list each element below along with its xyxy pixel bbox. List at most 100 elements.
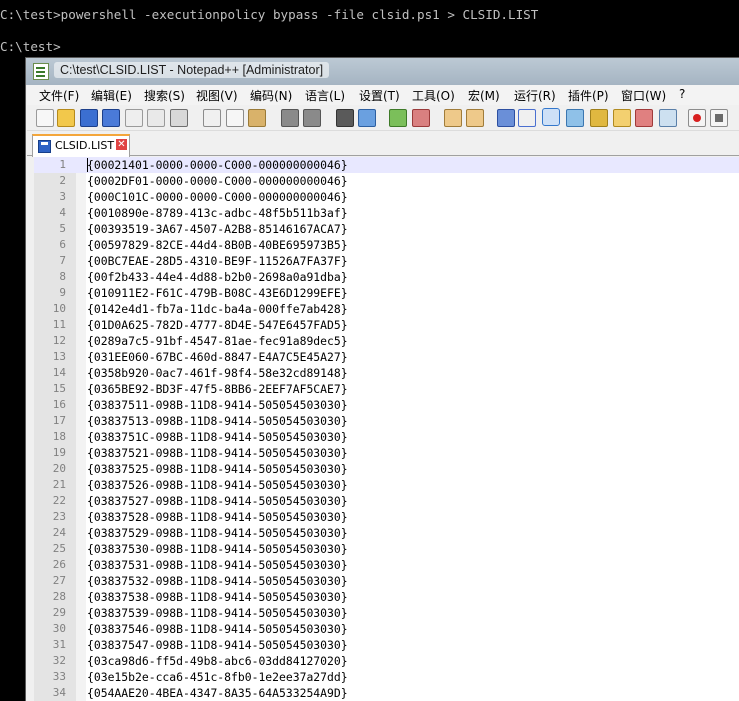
editor-line[interactable]: 34 {054AAE20-4BEA-4347-8A35-64A533254A9D} bbox=[34, 685, 739, 701]
copy-icon[interactable] bbox=[226, 109, 244, 127]
editor-line[interactable]: 8 {00f2b433-44e4-4d88-b2b0-2698a0a91dba} bbox=[34, 269, 739, 285]
line-text[interactable]: {0365BE92-BD3F-47f5-8BB6-2EEF7AF5CAE7} bbox=[87, 382, 348, 396]
indent-guide-icon[interactable] bbox=[542, 108, 560, 126]
function-list-icon[interactable] bbox=[590, 109, 608, 127]
editor-line[interactable]: 32 {03ca98d6-ff5d-49b8-abc6-03dd84127020} bbox=[34, 653, 739, 669]
view-icon[interactable] bbox=[659, 109, 677, 127]
editor-line[interactable]: 15 {0365BE92-BD3F-47f5-8BB6-2EEF7AF5CAE7} bbox=[34, 381, 739, 397]
line-text[interactable]: {0358b920-0ac7-461f-98f4-58e32cd89148} bbox=[87, 366, 348, 380]
redo-icon[interactable] bbox=[303, 109, 321, 127]
new-icon[interactable] bbox=[36, 109, 54, 127]
line-text[interactable]: {03837521-098B-11D8-9414-505054503030} bbox=[87, 446, 348, 460]
line-text[interactable]: {0142e4d1-fb7a-11dc-ba4a-000ffe7ab428} bbox=[87, 302, 348, 316]
replace-icon[interactable] bbox=[358, 109, 376, 127]
editor-line[interactable]: 9 {010911E2-F61C-479B-B08C-43E6D1299EFE} bbox=[34, 285, 739, 301]
editor-line[interactable]: 4 {0010890e-8789-413c-adbc-48f5b511b3af} bbox=[34, 205, 739, 221]
menu-macro[interactable]: 宏(M) bbox=[468, 87, 500, 104]
line-text[interactable]: {0002DF01-0000-0000-C000-000000000046} bbox=[87, 174, 348, 188]
editor-line[interactable]: 5 {00393519-3A67-4507-A2B8-85146167ACA7} bbox=[34, 221, 739, 237]
line-text[interactable]: {00f2b433-44e4-4d88-b2b0-2698a0a91dba} bbox=[87, 270, 348, 284]
editor-line[interactable]: 14 {0358b920-0ac7-461f-98f4-58e32cd89148} bbox=[34, 365, 739, 381]
editor-line[interactable]: 23 {03837528-098B-11D8-9414-505054503030} bbox=[34, 509, 739, 525]
editor-line[interactable]: 19 {03837521-098B-11D8-9414-505054503030} bbox=[34, 445, 739, 461]
editor-line[interactable]: 30 {03837546-098B-11D8-9414-505054503030} bbox=[34, 621, 739, 637]
menu-edit[interactable]: 编辑(E) bbox=[91, 87, 132, 104]
menu-encoding[interactable]: 编码(N) bbox=[250, 87, 292, 104]
line-text[interactable]: {00597829-82CE-44d4-8B0B-40BE695973B5} bbox=[87, 238, 348, 252]
line-text[interactable]: {010911E2-F61C-479B-B08C-43E6D1299EFE} bbox=[87, 286, 348, 300]
editor-line[interactable]: 3 {000C101C-0000-0000-C000-000000000046} bbox=[34, 189, 739, 205]
editor-line[interactable]: 6 {00597829-82CE-44d4-8B0B-40BE695973B5} bbox=[34, 237, 739, 253]
editor-line[interactable]: 28 {03837538-098B-11D8-9414-505054503030} bbox=[34, 589, 739, 605]
close-all-icon[interactable] bbox=[147, 109, 165, 127]
editor-line[interactable]: 16 {03837511-098B-11D8-9414-505054503030} bbox=[34, 397, 739, 413]
notepad-app-icon[interactable] bbox=[33, 63, 49, 80]
editor-area[interactable]: 1 {00021401-0000-0000-C000-000000000046} 2… bbox=[34, 157, 739, 701]
editor-line[interactable]: 27 {03837532-098B-11D8-9414-505054503030} bbox=[34, 573, 739, 589]
line-text[interactable]: {0383751C-098B-11D8-9414-505054503030} bbox=[87, 430, 348, 444]
line-text[interactable]: {03ca98d6-ff5d-49b8-abc6-03dd84127020} bbox=[87, 654, 348, 668]
editor-line[interactable]: 18 {0383751C-098B-11D8-9414-505054503030} bbox=[34, 429, 739, 445]
menu-search[interactable]: 搜索(S) bbox=[144, 87, 185, 104]
undo-icon[interactable] bbox=[281, 109, 299, 127]
menu-window[interactable]: 窗口(W) bbox=[621, 87, 666, 104]
menu-tools[interactable]: 工具(O) bbox=[412, 87, 455, 104]
editor-line[interactable]: 25 {03837530-098B-11D8-9414-505054503030} bbox=[34, 541, 739, 557]
menu-language[interactable]: 语言(L) bbox=[305, 87, 345, 104]
editor-line[interactable]: 33 {03e15b2e-cca6-451c-8fb0-1e2ee37a27dd} bbox=[34, 669, 739, 685]
menu-settings[interactable]: 设置(T) bbox=[359, 87, 400, 104]
zoom-out-icon[interactable] bbox=[412, 109, 430, 127]
editor-line[interactable]: 7 {00BC7EAE-28D5-4310-BE9F-11526A7FA37F} bbox=[34, 253, 739, 269]
line-text[interactable]: {03e15b2e-cca6-451c-8fb0-1e2ee37a27dd} bbox=[87, 670, 348, 684]
menu-plugins[interactable]: 插件(P) bbox=[568, 87, 609, 104]
line-text[interactable]: {03837530-098B-11D8-9414-505054503030} bbox=[87, 542, 348, 556]
open-icon[interactable] bbox=[57, 109, 75, 127]
cut-icon[interactable] bbox=[203, 109, 221, 127]
tab-close-icon[interactable]: ✕ bbox=[116, 139, 127, 150]
line-text[interactable]: {000C101C-0000-0000-C000-000000000046} bbox=[87, 190, 348, 204]
line-text[interactable]: {00BC7EAE-28D5-4310-BE9F-11526A7FA37F} bbox=[87, 254, 348, 268]
editor-line[interactable]: 20 {03837525-098B-11D8-9414-505054503030} bbox=[34, 461, 739, 477]
menu-file[interactable]: 文件(F) bbox=[39, 87, 79, 104]
editor-line[interactable]: 17 {03837513-098B-11D8-9414-505054503030} bbox=[34, 413, 739, 429]
close-icon[interactable] bbox=[125, 109, 143, 127]
line-text[interactable]: {03837526-098B-11D8-9414-505054503030} bbox=[87, 478, 348, 492]
line-text[interactable]: {03837529-098B-11D8-9414-505054503030} bbox=[87, 526, 348, 540]
find-icon[interactable] bbox=[336, 109, 354, 127]
line-text[interactable]: {03837528-098B-11D8-9414-505054503030} bbox=[87, 510, 348, 524]
editor-line[interactable]: 22 {03837527-098B-11D8-9414-505054503030} bbox=[34, 493, 739, 509]
folder-workspace-icon[interactable] bbox=[613, 109, 631, 127]
editor-line[interactable]: 26 {03837531-098B-11D8-9414-505054503030} bbox=[34, 557, 739, 573]
tab-clsid-list[interactable]: CLSID.LIST ✕ bbox=[32, 134, 130, 157]
editor-line[interactable]: 31 {03837547-098B-11D8-9414-505054503030} bbox=[34, 637, 739, 653]
line-text[interactable]: {031EE060-67BC-460d-8847-E4A7C5E45A27} bbox=[87, 350, 348, 364]
editor-line[interactable]: 29 {03837539-098B-11D8-9414-505054503030} bbox=[34, 605, 739, 621]
editor-line[interactable]: 10 {0142e4d1-fb7a-11dc-ba4a-000ffe7ab428} bbox=[34, 301, 739, 317]
line-text[interactable]: {03837546-098B-11D8-9414-505054503030} bbox=[87, 622, 348, 636]
line-text[interactable]: {03837511-098B-11D8-9414-505054503030} bbox=[87, 398, 348, 412]
menu-run[interactable]: 运行(R) bbox=[514, 87, 556, 104]
word-wrap-icon[interactable] bbox=[497, 109, 515, 127]
show-all-chars-icon[interactable] bbox=[518, 109, 536, 127]
paste-icon[interactable] bbox=[248, 109, 266, 127]
line-text[interactable]: {03837539-098B-11D8-9414-505054503030} bbox=[87, 606, 348, 620]
menu-help[interactable]: ? bbox=[679, 87, 685, 101]
line-text[interactable]: {03837538-098B-11D8-9414-505054503030} bbox=[87, 590, 348, 604]
line-text[interactable]: {0010890e-8789-413c-adbc-48f5b511b3af} bbox=[87, 206, 348, 220]
editor-line[interactable]: 11 {01D0A625-782D-4777-8D4E-547E6457FAD5} bbox=[34, 317, 739, 333]
line-text[interactable]: {00393519-3A67-4507-A2B8-85146167ACA7} bbox=[87, 222, 348, 236]
line-text[interactable]: {0289a7c5-91bf-4547-81ae-fec91a89dec5} bbox=[87, 334, 348, 348]
save-all-icon[interactable] bbox=[102, 109, 120, 127]
line-text[interactable]: {03837513-098B-11D8-9414-505054503030} bbox=[87, 414, 348, 428]
line-text[interactable]: {03837547-098B-11D8-9414-505054503030} bbox=[87, 638, 348, 652]
zoom-in-icon[interactable] bbox=[389, 109, 407, 127]
line-text[interactable]: {03837532-098B-11D8-9414-505054503030} bbox=[87, 574, 348, 588]
editor-line[interactable]: 13 {031EE060-67BC-460d-8847-E4A7C5E45A27} bbox=[34, 349, 739, 365]
print-icon[interactable] bbox=[170, 109, 188, 127]
macro-stop-icon[interactable] bbox=[710, 109, 728, 127]
editor-line[interactable]: 21 {03837526-098B-11D8-9414-505054503030} bbox=[34, 477, 739, 493]
macro-record-icon[interactable] bbox=[688, 109, 706, 127]
line-text[interactable]: {03837527-098B-11D8-9414-505054503030} bbox=[87, 494, 348, 508]
monitoring-icon[interactable] bbox=[635, 109, 653, 127]
line-text[interactable]: {00021401-0000-0000-C000-000000000046} bbox=[87, 158, 348, 172]
